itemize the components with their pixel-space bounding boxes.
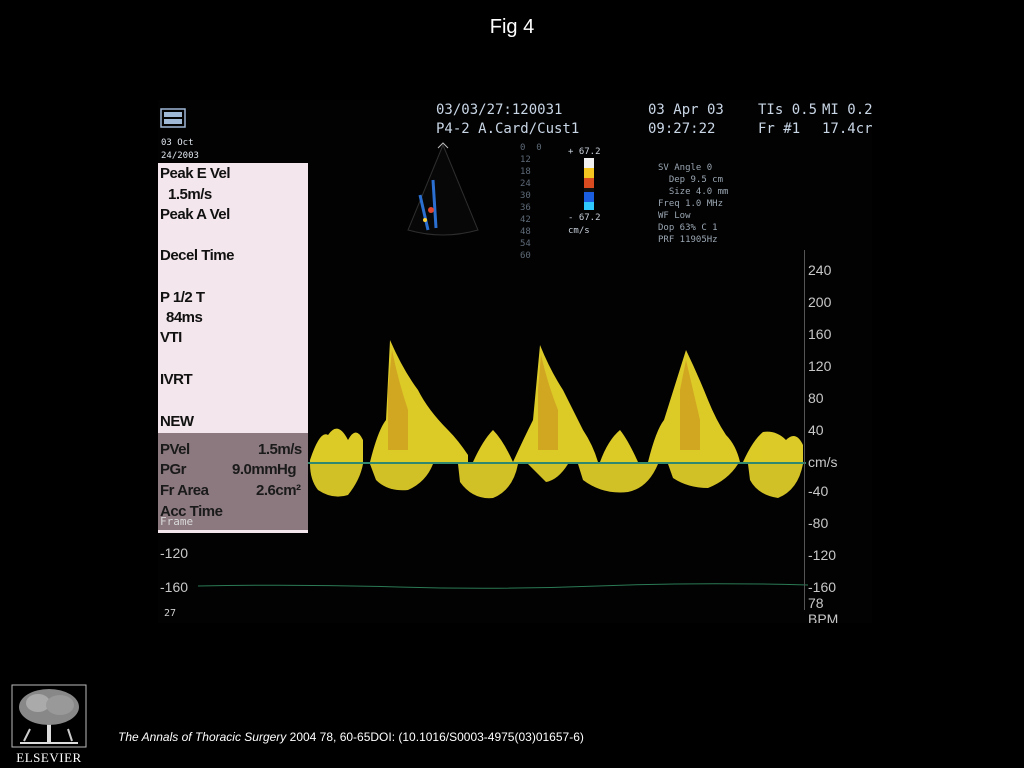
left-axis-tick-1: -120 — [160, 545, 189, 561]
right-axis-tick: 40 — [808, 422, 824, 438]
right-axis-line — [804, 250, 805, 610]
right-axis-tick: -120 — [808, 547, 837, 563]
ivrt-label: IVRT — [160, 371, 193, 388]
frame-readout: Fr #1 — [758, 121, 801, 137]
right-axis-tick: 120 — [808, 358, 832, 374]
ecg-trace — [198, 583, 808, 589]
color-velocity-scale — [584, 158, 594, 210]
p-half-t-value: 84ms — [166, 309, 203, 326]
pvel-value: 1.5m/s — [258, 441, 302, 458]
area-value: 2.6cm² — [256, 482, 301, 499]
right-axis-tick: -40 — [808, 483, 829, 499]
peak-a-vel-label: Peak A Vel — [160, 206, 230, 223]
tis-readout: TIs 0.5 — [758, 102, 818, 118]
doppler-spectrum — [308, 340, 806, 499]
new-label: NEW — [160, 413, 194, 430]
header-small-date-2: 24/2003 — [161, 151, 199, 161]
frame-label: Frame — [160, 515, 194, 528]
exam-date: 03 Apr 03 — [648, 102, 724, 118]
depth-readout: 17.4cr — [822, 121, 872, 137]
p-half-t-label: P 1/2 T — [160, 289, 205, 306]
pvel-label: PVel — [160, 441, 190, 458]
bpm-value: 78 — [808, 595, 824, 611]
header-small-date: 03 Oct — [161, 138, 194, 148]
depth-marker-column: 0 0 12 18 24 30 36 42 48 54 60 — [520, 143, 542, 261]
citation-journal: The Annals of Thoracic Surgery — [118, 730, 287, 744]
probe-label: P4-2 A.Card/Cust1 — [436, 121, 580, 137]
doppler-echo-image: 03 Oct 24/2003 03/03/27:120031 P4-2 A.Ca… — [158, 100, 872, 623]
scanner-logo-icon — [160, 108, 186, 128]
vti-label: VTI — [160, 329, 182, 346]
patient-id: 03/03/27:120031 — [436, 102, 563, 118]
left-axis-tick-2: -160 — [160, 579, 189, 595]
figure-title: Fig 4 — [489, 16, 535, 38]
right-axis-tick: -80 — [808, 515, 829, 531]
color-scale-top: + 67.2 — [568, 147, 601, 157]
exam-time: 09:27:22 — [648, 121, 716, 137]
citation: The Annals of Thoracic Surgery 2004 78, … — [118, 730, 584, 744]
peak-e-vel-label: Peak E Vel — [160, 165, 231, 182]
sector-thumbnail-icon — [407, 142, 479, 236]
pgr-value: 9.0mmHg — [232, 461, 297, 478]
mi-readout: MI 0.2 — [822, 102, 872, 118]
citation-details: 2004 78, 60-65DOI: (10.1016/S0003-4975(0… — [286, 730, 584, 744]
right-axis-tick: 80 — [808, 390, 824, 406]
right-axis-tick: -160 — [808, 579, 837, 595]
right-axis-tick: 200 — [808, 294, 832, 310]
left-axis-bottom-label: 27 — [164, 608, 177, 619]
right-axis-unit: cm/s — [808, 454, 838, 470]
elsevier-wordmark: ELSEVIER — [16, 750, 82, 765]
decel-time-label: Decel Time — [160, 247, 234, 264]
color-scale-bottom: - 67.2 — [568, 213, 601, 223]
right-axis-tick: 240 — [808, 262, 832, 278]
right-axis-tick: 160 — [808, 326, 832, 342]
sample-volume-settings: SV Angle 0 Dep 9.5 cm Size 4.0 mm Freq 1… — [658, 163, 729, 245]
pgr-label: PGr — [160, 461, 187, 478]
color-scale-unit: cm/s — [568, 226, 590, 236]
bpm-label: BPM — [808, 611, 839, 623]
area-label: Fr Area — [160, 482, 209, 499]
peak-e-vel-value: 1.5m/s — [168, 186, 212, 203]
